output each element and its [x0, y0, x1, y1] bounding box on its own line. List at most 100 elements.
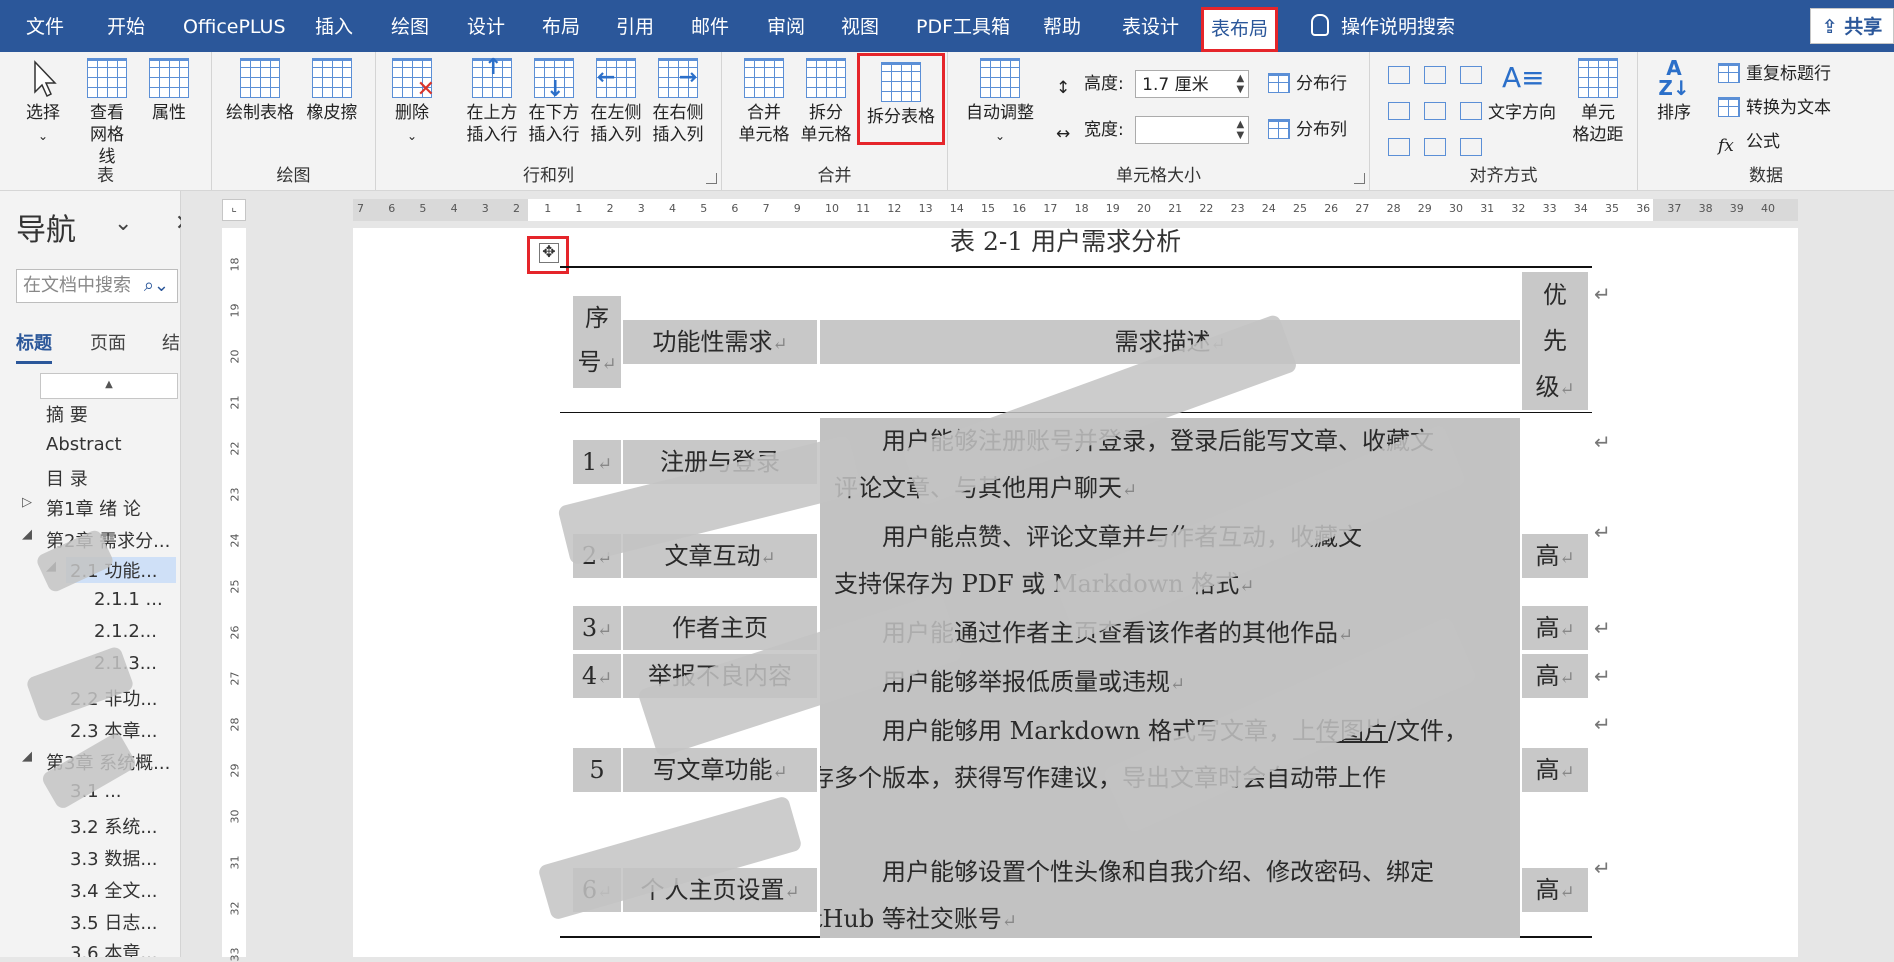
align-top-left-icon[interactable] [1388, 66, 1410, 84]
split-cells-button[interactable]: 拆分 单元格 [798, 58, 854, 146]
row5-no[interactable]: 5 [573, 748, 621, 792]
nav-heading-chapter1[interactable]: 第1章 绪 论 [46, 495, 141, 521]
nav-heading-3-5[interactable]: 3.5 日志... [70, 909, 158, 935]
search-icon[interactable]: ⌕⌄ [144, 270, 169, 302]
autofit-button[interactable]: 自动调整 ⌄ [960, 58, 1040, 147]
tab-help[interactable]: 帮助 [1043, 0, 1081, 52]
vertical-ruler[interactable]: 18 19 20 21 22 23 24 25 26 27 28 29 30 31 32 33 [222, 228, 246, 962]
vruler-tick-label: 20 [228, 349, 242, 364]
tab-stop-selector[interactable]: ⌞ [222, 199, 246, 221]
dialog-launcher-icon[interactable] [706, 173, 717, 184]
tab-review[interactable]: 审阅 [767, 0, 805, 52]
row2-priority[interactable]: 高↵ [1522, 534, 1588, 578]
row6-priority[interactable]: 高↵ [1522, 868, 1588, 912]
row4-priority[interactable]: 高↵ [1522, 654, 1588, 698]
expand-triangle-icon[interactable]: ▷ [22, 495, 32, 510]
sort-button[interactable]: A Z↓ 排序 [1650, 58, 1698, 124]
formula-button[interactable]: fx 公式 [1718, 130, 1780, 156]
horizontal-ruler[interactable]: 7 6 5 4 3 2 1 1 2 3 4 5 6 7 9 10 11 12 13 14 15 16 17 18 19 20 21 2… [353, 199, 1798, 221]
row3-priority[interactable]: 高↵ [1522, 606, 1588, 650]
tab-table-layout[interactable]: 表布局 [1201, 7, 1279, 52]
nav-heading-2-1-1[interactable]: 2.1.1 ... [94, 589, 163, 610]
header-func[interactable]: 功能性需求↵ [623, 320, 817, 364]
row3-no[interactable]: 3↵ [573, 606, 621, 650]
nav-tab-results[interactable]: 结果 [162, 329, 180, 355]
align-bottom-right-icon[interactable] [1460, 138, 1482, 156]
tab-references[interactable]: 引用 [616, 0, 654, 52]
nav-search-input[interactable]: 在文档中搜索 ⌕⌄ [16, 269, 178, 303]
split-table-icon [881, 62, 921, 102]
table-caption[interactable]: 表 2-1 用户需求分析 [950, 222, 1181, 258]
tab-pdf-tools[interactable]: PDF工具箱 [916, 0, 1010, 52]
nav-tab-pages[interactable]: 页面 [90, 329, 126, 355]
draw-table-button[interactable]: 绘制表格 [224, 58, 296, 124]
align-top-center-icon[interactable] [1424, 66, 1446, 84]
header-priority[interactable]: 优先级↵ [1522, 272, 1588, 410]
nav-heading-3-3[interactable]: 3.3 数据... [70, 845, 158, 871]
eraser-button[interactable]: 橡皮擦 [302, 58, 362, 124]
insert-right-button[interactable]: 在右侧插入列 [650, 58, 706, 146]
collapse-triangle-icon[interactable]: ◢ [22, 749, 32, 764]
insert-above-button[interactable]: 在上方插入行 [464, 57, 520, 146]
insert-left-button[interactable]: 在左侧插入列 [588, 58, 644, 146]
split-table-button[interactable]: 拆分表格 [857, 53, 945, 145]
align-middle-left-icon[interactable] [1388, 102, 1410, 120]
merge-cells-button[interactable]: 合并 单元格 [736, 58, 792, 146]
distribute-columns-button[interactable]: 分布列 [1268, 118, 1347, 142]
align-middle-center-icon[interactable] [1424, 102, 1446, 120]
nav-heading-3-6[interactable]: 3.6 本章... [70, 939, 158, 957]
insert-below-button[interactable]: 在下方插入行 [526, 58, 582, 146]
tab-table-design[interactable]: 表设计 [1122, 0, 1179, 52]
nav-heading-abstract-cn[interactable]: 摘 要 [46, 401, 88, 427]
align-bottom-left-icon[interactable] [1388, 138, 1410, 156]
dialog-launcher-icon[interactable] [1354, 173, 1365, 184]
redaction-mark [25, 645, 135, 723]
nav-tab-headings[interactable]: 标题 [16, 329, 52, 364]
nav-heading-toc[interactable]: 目 录 [46, 465, 88, 491]
nav-heading-3-2[interactable]: 3.2 系统... [70, 813, 158, 839]
repeat-header-rows-button[interactable]: 重复标题行 [1718, 62, 1831, 86]
ruler-tick-label: 18 [1074, 202, 1089, 215]
tell-me-search[interactable]: 操作说明搜索 [1311, 0, 1455, 52]
header-no[interactable]: 序号↵ [573, 296, 621, 388]
tab-draw[interactable]: 绘图 [391, 0, 429, 52]
ruler-tick-label: 7 [762, 202, 770, 215]
cell-margins-button[interactable]: 单元 格边距 [1568, 58, 1628, 146]
height-spinner-icon[interactable]: ▲ ▼ [1236, 73, 1244, 95]
tab-file[interactable]: 文件 [26, 0, 64, 52]
convert-to-text-button[interactable]: 转换为文本 [1718, 96, 1831, 120]
view-gridlines-button[interactable]: 查看 网格线 [82, 58, 132, 168]
align-middle-right-icon[interactable] [1460, 102, 1482, 120]
tab-layout[interactable]: 布局 [542, 0, 580, 52]
row4-no[interactable]: 4↵ [573, 654, 621, 698]
tab-home[interactable]: 开始 [107, 0, 145, 52]
nav-heading-abstract[interactable]: Abstract [46, 434, 122, 455]
width-input[interactable]: ▲ ▼ [1135, 116, 1250, 144]
width-spinner-icon[interactable]: ▲ ▼ [1236, 119, 1244, 141]
text-direction-button[interactable]: A≡ 文字方向 [1482, 58, 1562, 124]
nav-heading-3-4[interactable]: 3.4 全文... [70, 877, 158, 903]
repeat-header-icon [1718, 63, 1740, 83]
row5-priority[interactable]: 高↵ [1522, 748, 1588, 792]
properties-button[interactable]: 属性 [144, 58, 194, 124]
tab-officeplus[interactable]: OfficePLUS [183, 0, 286, 52]
distribute-rows-button[interactable]: 分布行 [1268, 72, 1347, 96]
tab-insert[interactable]: 插入 [315, 0, 353, 52]
table-move-handle[interactable]: ✥ [527, 236, 569, 274]
align-top-right-icon[interactable] [1460, 66, 1482, 84]
navigation-pane: 导航 ⌄ ✕ 在文档中搜索 ⌕⌄ 标题 页面 结果 ▲ 摘 要 Abstract… [0, 191, 181, 957]
nav-collapse-handle[interactable]: ▲ [40, 373, 178, 399]
nav-heading-2-1-2[interactable]: 2.1.2... [94, 621, 157, 642]
collapse-triangle-icon[interactable]: ◢ [22, 527, 32, 542]
select-button[interactable]: 选择 ⌄ [18, 58, 68, 147]
delete-button[interactable]: 删除⌄ [390, 58, 435, 147]
height-input[interactable]: 1.7 厘米 ▲ ▼ [1135, 70, 1250, 98]
tab-view[interactable]: 视图 [841, 0, 879, 52]
row5-func[interactable]: 写文章功能↵ [623, 748, 817, 792]
tab-mailings[interactable]: 邮件 [691, 0, 729, 52]
tab-design[interactable]: 设计 [467, 0, 505, 52]
chevron-down-icon[interactable]: ⌄ [114, 211, 132, 236]
row1-no[interactable]: 1↵ [573, 440, 621, 484]
share-button[interactable]: ⇪ 共享 [1810, 8, 1894, 44]
align-bottom-center-icon[interactable] [1424, 138, 1446, 156]
